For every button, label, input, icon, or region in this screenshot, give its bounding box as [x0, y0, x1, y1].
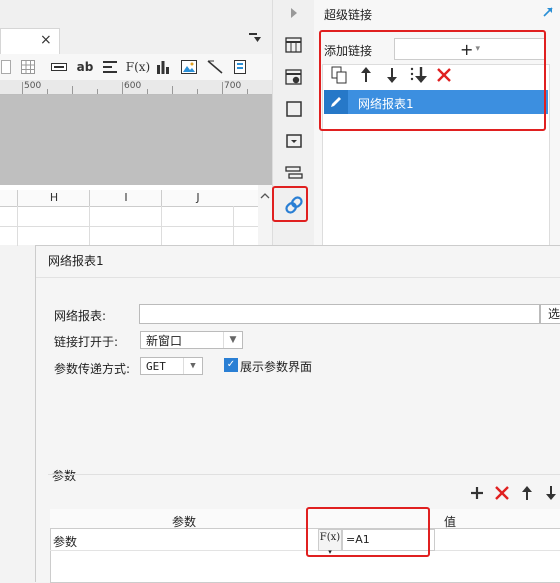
param-method-value: GET: [146, 360, 166, 373]
add-param-icon[interactable]: [470, 485, 484, 505]
text-style-icon[interactable]: ab: [76, 58, 94, 76]
param-section-title: 参数: [52, 469, 77, 483]
open-in-select[interactable]: 新窗口 ▼: [140, 331, 243, 349]
formula-icon[interactable]: F(x): [126, 58, 150, 76]
cell-attr-icon[interactable]: [283, 66, 305, 88]
sheet-icon[interactable]: [0, 58, 12, 76]
align-icon[interactable]: [102, 58, 118, 76]
open-in-label: 链接打开于:: [54, 335, 119, 349]
expand-arrow-icon[interactable]: [283, 2, 305, 24]
header-param: 参数: [172, 515, 197, 529]
toolbar: ab F(x): [0, 54, 272, 81]
hyperlink-icon-highlight: [272, 186, 308, 222]
close-icon[interactable]: ×: [40, 32, 52, 48]
show-param-label: 展示参数界面: [240, 360, 313, 374]
show-param-checkbox[interactable]: ✓: [224, 358, 238, 372]
select-button[interactable]: 选: [540, 304, 560, 324]
report-label: 网络报表:: [54, 309, 107, 323]
report-input[interactable]: [139, 304, 540, 324]
delete-param-icon[interactable]: [494, 485, 510, 505]
widget-icon[interactable]: [283, 130, 305, 152]
column-j[interactable]: J: [161, 190, 234, 206]
chevron-down-icon: ▼: [183, 358, 202, 374]
param-up-icon[interactable]: [520, 485, 534, 505]
param-cell[interactable]: 参数: [53, 533, 77, 550]
value-highlight: [306, 507, 430, 557]
ruler: 500 600 700: [0, 80, 272, 95]
merge-icon[interactable]: [50, 58, 68, 76]
column-h[interactable]: H: [17, 190, 90, 206]
image-icon[interactable]: [180, 58, 198, 76]
border-icon[interactable]: [283, 98, 305, 120]
slash-icon[interactable]: [206, 58, 224, 76]
grid-icon[interactable]: [20, 58, 36, 76]
frame-icon[interactable]: [232, 58, 248, 76]
param-down-icon[interactable]: [544, 485, 558, 505]
param-method-select[interactable]: GET ▼: [140, 357, 203, 375]
param-table-header: [50, 509, 560, 529]
add-link-highlight: [319, 30, 546, 131]
report-canvas: [0, 95, 272, 185]
column-i[interactable]: I: [89, 190, 162, 206]
tab-menu-icon[interactable]: [249, 33, 261, 46]
column-header: H I J: [0, 190, 258, 207]
ruler-mark: 600: [124, 81, 142, 91]
chevron-down-icon: ▼: [223, 332, 242, 348]
panel-title: 超级链接: [324, 8, 373, 22]
condition-icon[interactable]: [283, 162, 305, 184]
dialog-title: 网络报表1: [48, 254, 104, 268]
param-method-label: 参数传递方式:: [54, 362, 131, 376]
collapse-arrow-icon[interactable]: [542, 6, 554, 22]
ruler-mark: 500: [24, 81, 42, 91]
open-in-value: 新窗口: [146, 334, 183, 348]
cell-element-icon[interactable]: [283, 34, 305, 56]
chart-icon[interactable]: [155, 58, 171, 76]
ruler-mark: 700: [224, 81, 242, 91]
vertical-scrollbar[interactable]: [258, 185, 272, 245]
header-value: 值: [444, 515, 457, 529]
